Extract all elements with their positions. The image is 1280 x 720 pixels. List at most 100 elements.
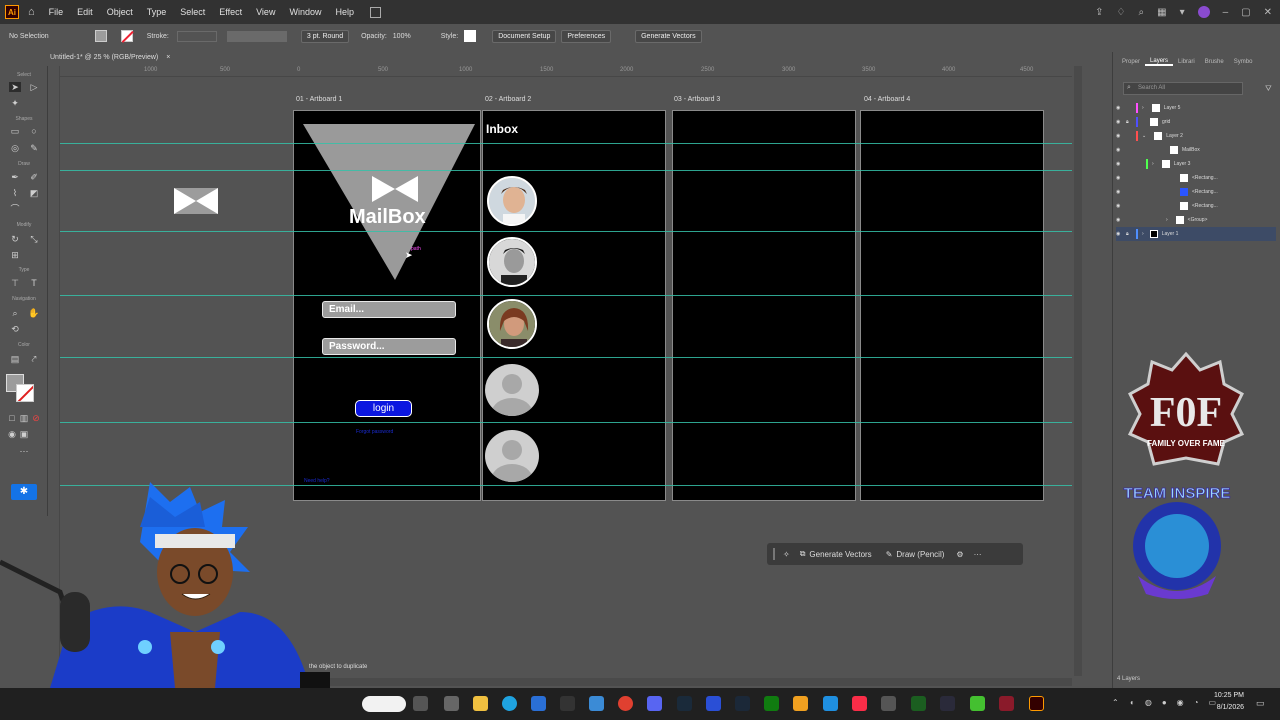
avatar[interactable] — [487, 237, 537, 287]
photos-icon[interactable] — [589, 696, 604, 711]
selection-tool-icon[interactable]: ➤ — [9, 82, 21, 92]
battlenet-icon[interactable] — [823, 696, 838, 711]
guide-line[interactable] — [60, 295, 1072, 296]
zoom-tool-icon[interactable]: ⌕ — [9, 308, 21, 318]
widgets-icon[interactable] — [444, 696, 459, 711]
generate-vectors-button[interactable]: Generate Vectors — [635, 29, 702, 43]
more-options-icon[interactable]: ··· — [974, 550, 982, 559]
tab-libraries[interactable]: Librari — [1173, 59, 1200, 65]
notifications-icon[interactable]: ▭ — [1256, 698, 1265, 709]
generate-vectors-button[interactable]: Generate Vectors — [809, 550, 871, 559]
menu-object[interactable]: Object — [107, 7, 133, 17]
pen-tool-icon[interactable]: ✒ — [9, 172, 21, 182]
artboard-label-2[interactable]: 02 - Artboard 2 — [485, 96, 531, 103]
tab-symbols[interactable]: Symbo — [1229, 59, 1258, 65]
dropdown-icon[interactable]: ▾ — [1180, 7, 1185, 18]
vertical-scrollbar[interactable] — [1074, 66, 1082, 676]
clock-time[interactable]: 10:25 PM — [1200, 692, 1244, 699]
artboard-4[interactable] — [860, 110, 1044, 501]
document-tab[interactable]: Untitled-1* @ 25 % (RGB/Preview) × — [50, 50, 170, 64]
app-icon[interactable] — [940, 696, 955, 711]
type-tool-icon[interactable]: T — [28, 278, 40, 288]
layer-row[interactable]: ◉ › <Group> — [1116, 213, 1276, 227]
artboard-3[interactable] — [672, 110, 856, 501]
stroke-swatch[interactable] — [120, 30, 134, 43]
eyedropper-tool-icon[interactable]: ⤤ — [28, 354, 40, 364]
valorant-icon[interactable] — [999, 696, 1014, 711]
guide-line[interactable] — [60, 422, 1072, 423]
lightroom-icon[interactable] — [677, 696, 692, 711]
rectangle-tool-icon[interactable]: ▭ — [9, 126, 21, 136]
menu-select[interactable]: Select — [180, 7, 205, 17]
brush-dropdown[interactable]: 3 pt. Round — [300, 29, 350, 43]
artboard-label-3[interactable]: 03 - Artboard 3 — [674, 96, 720, 103]
forgot-password-link[interactable]: Forgot password — [356, 429, 393, 435]
triangle-shape[interactable] — [303, 124, 475, 280]
steam-icon[interactable] — [735, 696, 750, 711]
guide-line[interactable] — [60, 170, 1072, 171]
document-setup-button[interactable]: Document Setup — [492, 29, 557, 43]
layer-row[interactable]: ◉ 🔒︎ grid — [1116, 115, 1276, 129]
inbox-title[interactable]: Inbox — [486, 122, 518, 136]
gradient-tool-icon[interactable]: ▤ — [9, 354, 21, 364]
curvature-tool-icon[interactable]: ⌒ — [9, 204, 21, 214]
scale-tool-icon[interactable]: ⤡ — [28, 234, 40, 244]
color-mode-icon[interactable]: □ — [6, 413, 18, 423]
arrange-documents-icon[interactable] — [369, 6, 381, 18]
screen-mode-icon[interactable]: ▣ — [18, 429, 30, 439]
generate-vectors-icon[interactable]: ⧉ — [800, 549, 806, 559]
rotate-tool-icon[interactable]: ↻ — [9, 234, 21, 244]
ea-icon[interactable] — [706, 696, 721, 711]
fill-swatch[interactable] — [94, 30, 107, 42]
settings-icon[interactable]: ⚙ — [956, 550, 963, 559]
music-icon[interactable] — [852, 696, 867, 711]
menu-file[interactable]: File — [49, 7, 64, 17]
avatar[interactable] — [487, 299, 537, 349]
eraser-tool-icon[interactable]: ◩ — [28, 188, 40, 198]
menu-effect[interactable]: Effect — [219, 7, 242, 17]
artboard-label-4[interactable]: 04 - Artboard 4 — [864, 96, 910, 103]
tab-layers[interactable]: Layers — [1145, 58, 1174, 66]
guide-line[interactable] — [60, 143, 1072, 144]
illustrator-taskbar-icon[interactable] — [1029, 696, 1044, 711]
layer-row[interactable]: ◉ MailBox — [1116, 143, 1276, 157]
stroke-color-swatch[interactable] — [16, 384, 34, 402]
preferences-button[interactable]: Preferences — [561, 29, 612, 43]
terminal-icon[interactable] — [911, 696, 926, 711]
opacity-value[interactable]: 100% — [393, 33, 411, 40]
menu-help[interactable]: Help — [335, 7, 354, 17]
share-icon[interactable]: ⇪ — [1095, 7, 1103, 18]
sparkle-icon[interactable]: ✧ — [783, 550, 790, 559]
none-mode-icon[interactable]: ⊘ — [30, 413, 42, 423]
layer-row[interactable]: ◉ <Rectang... — [1116, 199, 1276, 213]
direct-selection-tool-icon[interactable]: ▷ — [28, 82, 40, 92]
login-button[interactable]: login — [355, 400, 412, 417]
home-icon[interactable]: ⌂ — [28, 6, 35, 18]
layer-row[interactable]: ◉ 🔒︎ › Layer 1 — [1116, 227, 1276, 241]
close-tab-icon[interactable]: × — [166, 54, 170, 61]
taskbar-search[interactable] — [362, 696, 406, 712]
pasteboard-envelope-icon[interactable] — [174, 188, 218, 214]
discord-icon[interactable] — [647, 696, 662, 711]
avatar[interactable] — [485, 364, 539, 416]
store-icon[interactable] — [531, 696, 546, 711]
layer-row[interactable]: ◉ <Rectang... — [1116, 185, 1276, 199]
layer-row[interactable]: ◉ <Rectang... — [1116, 171, 1276, 185]
area-type-tool-icon[interactable]: ⊤ — [9, 278, 21, 288]
ellipse-tool-icon[interactable]: ○ — [28, 126, 40, 136]
variable-width-field[interactable] — [226, 30, 287, 42]
layer-row[interactable]: ◉ › Layer 5 — [1116, 101, 1276, 115]
chrome-icon[interactable] — [618, 696, 633, 711]
magic-wand-tool-icon[interactable]: ✦ — [9, 98, 21, 108]
shaper-tool-icon[interactable]: ◎ — [9, 143, 21, 153]
close-icon[interactable]: ✕ — [1264, 7, 1272, 18]
rotate-view-tool-icon[interactable]: ⟲ — [9, 324, 21, 334]
gradient-mode-icon[interactable]: ▥ — [18, 413, 30, 423]
minimize-icon[interactable]: – — [1223, 7, 1229, 18]
edge-icon[interactable] — [502, 696, 517, 711]
blob-brush-tool-icon[interactable]: ✐ — [28, 172, 40, 182]
epic-games-icon[interactable] — [560, 696, 575, 711]
filter-icon[interactable]: ⛛ — [1265, 84, 1272, 94]
tab-properties[interactable]: Proper — [1117, 59, 1145, 65]
xbox-icon[interactable] — [764, 696, 779, 711]
